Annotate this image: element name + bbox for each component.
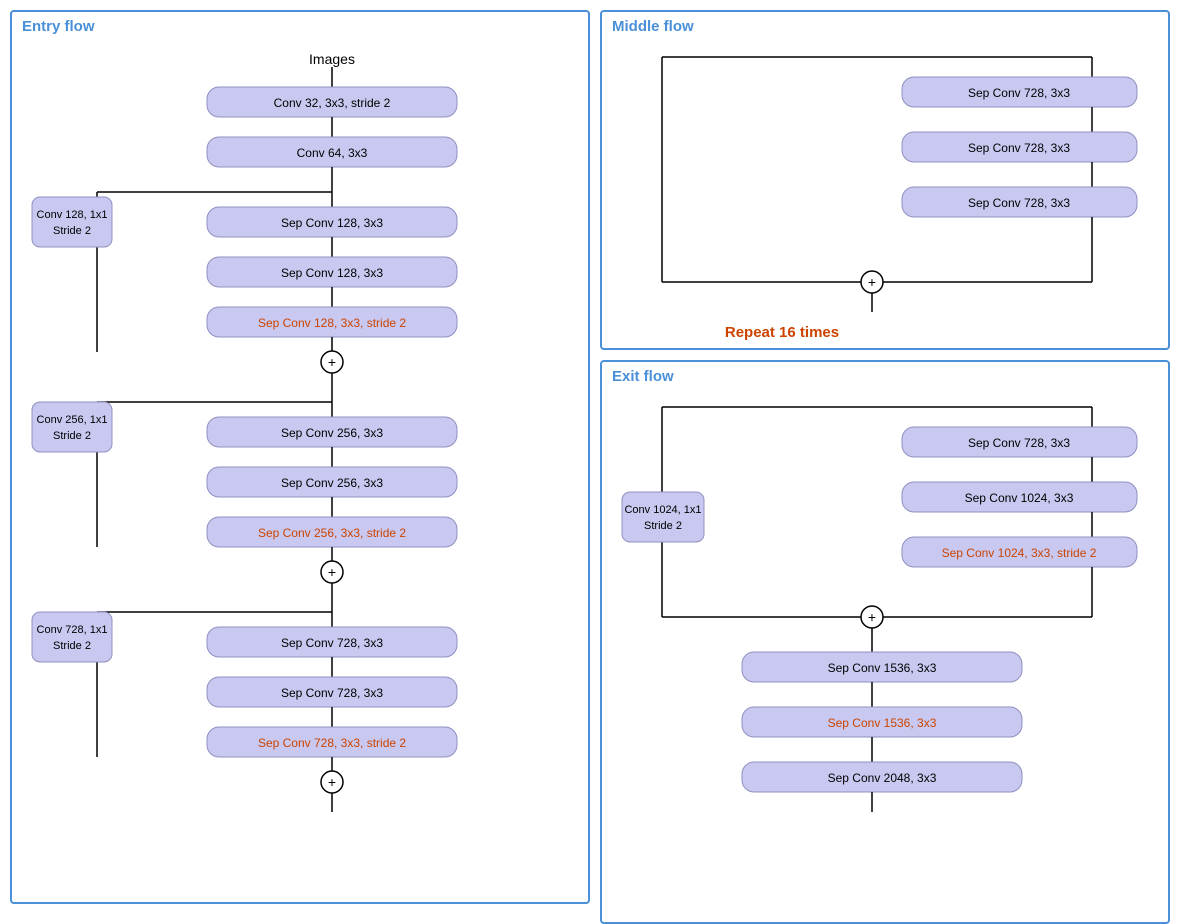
entry-flow-title: Entry flow (22, 18, 95, 35)
sep128c-node: Sep Conv 128, 3x3, stride 2 (258, 316, 406, 330)
svg-text:Stride 2: Stride 2 (53, 225, 91, 237)
sep128b-node: Sep Conv 128, 3x3 (281, 266, 383, 280)
svg-text:+: + (868, 609, 876, 625)
sep256c-node: Sep Conv 256, 3x3, stride 2 (258, 526, 406, 540)
exit-sep1024s: Sep Conv 1024, 3x3, stride 2 (942, 546, 1097, 560)
sep728b-node: Sep Conv 728, 3x3 (281, 686, 383, 700)
main-container: Entry flow Images Conv 32, 3x3, stride 2… (0, 0, 1180, 914)
exit-sep1536b: Sep Conv 1536, 3x3 (828, 716, 937, 730)
svg-text:+: + (328, 774, 336, 790)
svg-text:Stride 2: Stride 2 (644, 520, 682, 532)
mid-sep728a: Sep Conv 728, 3x3 (968, 86, 1070, 100)
svg-text:Conv 728, 1x1: Conv 728, 1x1 (37, 624, 108, 636)
svg-text:+: + (328, 354, 336, 370)
svg-text:+: + (868, 274, 876, 290)
right-column: Middle flow Sep Conv 728, 3x3 Sep Conv 7… (600, 10, 1170, 904)
entry-flow-panel: Entry flow Images Conv 32, 3x3, stride 2… (10, 10, 590, 904)
exit-flow-title: Exit flow (612, 368, 674, 385)
exit-sep728: Sep Conv 728, 3x3 (968, 436, 1070, 450)
exit-sep1536a: Sep Conv 1536, 3x3 (828, 661, 937, 675)
conv32-node: Conv 32, 3x3, stride 2 (274, 96, 391, 110)
svg-text:+: + (328, 564, 336, 580)
svg-text:Conv 1024, 1x1: Conv 1024, 1x1 (624, 504, 701, 516)
exit-sep1024: Sep Conv 1024, 3x3 (965, 491, 1074, 505)
conv64-node: Conv 64, 3x3 (297, 146, 368, 160)
middle-flow-panel: Middle flow Sep Conv 728, 3x3 Sep Conv 7… (600, 10, 1170, 350)
mid-sep728b: Sep Conv 728, 3x3 (968, 141, 1070, 155)
images-label: Images (309, 51, 355, 67)
mid-sep728c: Sep Conv 728, 3x3 (968, 196, 1070, 210)
svg-text:Conv 128, 1x1: Conv 128, 1x1 (37, 209, 108, 221)
exit-sep2048: Sep Conv 2048, 3x3 (828, 771, 937, 785)
sep728a-node: Sep Conv 728, 3x3 (281, 636, 383, 650)
sep728c-node: Sep Conv 728, 3x3, stride 2 (258, 736, 406, 750)
middle-flow-title: Middle flow (612, 18, 694, 35)
exit-flow-panel: Exit flow Sep Conv 728, 3x3 Sep Conv 102… (600, 360, 1170, 924)
svg-text:Stride 2: Stride 2 (53, 640, 91, 652)
sep256b-node: Sep Conv 256, 3x3 (281, 476, 383, 490)
repeat-label: Repeat 16 times (725, 324, 839, 341)
sep128a-node: Sep Conv 128, 3x3 (281, 216, 383, 230)
svg-text:Stride 2: Stride 2 (53, 430, 91, 442)
sep256a-node: Sep Conv 256, 3x3 (281, 426, 383, 440)
svg-text:Conv 256, 1x1: Conv 256, 1x1 (37, 414, 108, 426)
